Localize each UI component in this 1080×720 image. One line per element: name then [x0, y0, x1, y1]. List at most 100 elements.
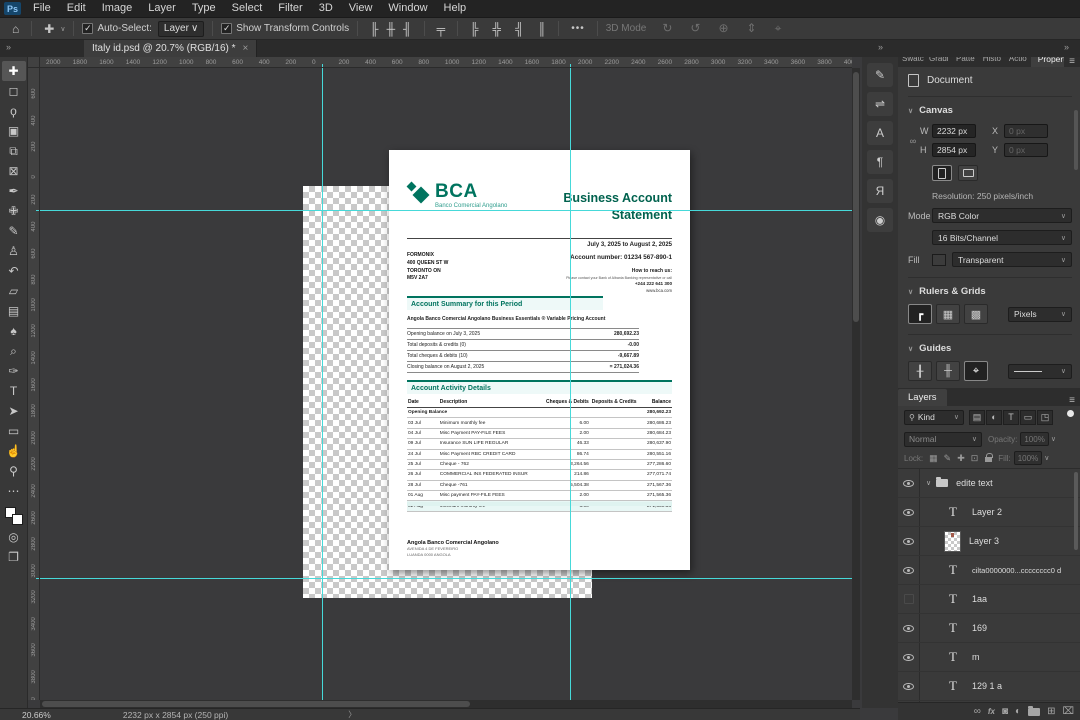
visibility-toggle[interactable]: [898, 469, 920, 497]
canvas-horizontal-scrollbar[interactable]: [40, 700, 852, 708]
filter-smart-objects-icon[interactable]: ◳: [1037, 409, 1053, 425]
menu-item[interactable]: Image: [94, 0, 141, 17]
brush-settings-panel-icon[interactable]: ✎: [867, 63, 893, 87]
guide-style-select[interactable]: ∨: [1008, 363, 1072, 379]
layer-row[interactable]: T 129 1 a: [898, 672, 1080, 701]
landscape-orientation-button[interactable]: [958, 165, 978, 181]
history-brush-tool[interactable]: ↶: [2, 261, 26, 281]
3d-scale-icon[interactable]: ⌖: [771, 21, 786, 36]
visibility-toggle[interactable]: [898, 556, 920, 584]
rulers-grids-section-header[interactable]: ∨ Rulers & Grids: [908, 286, 1072, 297]
kind-filter-select[interactable]: ⚲ Kind ∨: [904, 409, 964, 425]
scrollbar-thumb[interactable]: [853, 72, 859, 322]
gradient-tool[interactable]: ▤: [2, 301, 26, 321]
layer-row[interactable]: T 1aa: [898, 585, 1080, 614]
panel-collapse-icon[interactable]: »: [1064, 42, 1069, 52]
canvas-vertical-scrollbar[interactable]: [852, 68, 860, 700]
guides-toggle-icon[interactable]: ╂: [908, 361, 932, 381]
lasso-tool[interactable]: ϙ: [2, 101, 26, 121]
menu-item[interactable]: Layer: [140, 0, 184, 17]
menu-item[interactable]: Filter: [270, 0, 310, 17]
brushes-panel-icon[interactable]: ⇌: [867, 92, 893, 116]
layer-name[interactable]: 129 1 a: [972, 681, 1002, 691]
bit-depth-select[interactable]: 16 Bits/Channel ∨: [932, 230, 1072, 245]
canvas-area[interactable]: BCA Banco Comercial Angolano Business Ac…: [40, 68, 852, 700]
character-panel-icon[interactable]: A: [867, 121, 893, 145]
layer-effects-icon[interactable]: fx: [988, 707, 995, 716]
guide-target-icon[interactable]: ⌖: [964, 361, 988, 381]
link-dimensions-icon[interactable]: ∞: [908, 136, 918, 146]
filter-shape-layers-icon[interactable]: ▭: [1020, 409, 1036, 425]
pen-tool[interactable]: ✑: [2, 361, 26, 381]
lock-guides-icon[interactable]: ╫: [936, 361, 960, 381]
visibility-toggle[interactable]: [898, 527, 920, 555]
align-left-icon[interactable]: ╟: [366, 22, 383, 36]
more-options-icon[interactable]: •••: [567, 23, 589, 34]
align-top-icon[interactable]: ╤: [433, 22, 450, 36]
frame-tool[interactable]: ⊠: [2, 161, 26, 181]
new-group-icon[interactable]: [1028, 705, 1041, 716]
align-center-h-icon[interactable]: ╫: [383, 22, 400, 36]
delete-layer-icon[interactable]: ⌧: [1062, 706, 1074, 717]
portrait-orientation-button[interactable]: [932, 165, 952, 181]
menu-item[interactable]: Select: [224, 0, 271, 17]
menu-item[interactable]: Type: [184, 0, 224, 17]
scrollbar-thumb[interactable]: [42, 701, 470, 707]
quick-mask-icon[interactable]: ◎: [2, 527, 26, 547]
layers-scrollbar-thumb[interactable]: [1074, 472, 1078, 550]
lock-artboard-icon[interactable]: ⊡: [971, 453, 979, 464]
layers-menu-icon[interactable]: ≡: [1064, 395, 1080, 406]
menu-item[interactable]: 3D: [311, 0, 341, 17]
fill-field[interactable]: 100%: [1013, 451, 1043, 465]
filter-adjustment-layers-icon[interactable]: ◐: [986, 409, 1002, 425]
rulers-toggle-icon[interactable]: ┏: [908, 304, 932, 324]
visibility-toggle[interactable]: [898, 614, 920, 642]
layer-row[interactable]: T m: [898, 643, 1080, 672]
lock-paint-icon[interactable]: ✎: [944, 453, 952, 464]
layer-name[interactable]: cilta0000000...cccccccc0 d: [972, 566, 1061, 575]
adjustment-layer-icon[interactable]: ◐: [1015, 706, 1021, 717]
home-icon[interactable]: ⌂: [8, 22, 23, 36]
panel-menu-icon[interactable]: ≡: [1064, 56, 1080, 67]
menu-item[interactable]: Help: [436, 0, 475, 17]
screen-mode-icon[interactable]: ❐: [2, 547, 26, 567]
close-icon[interactable]: ×: [243, 43, 249, 54]
3d-rotate-icon[interactable]: ↻: [658, 21, 676, 36]
lock-move-icon[interactable]: ✚: [957, 453, 965, 464]
layer-row[interactable]: Layer 3: [898, 527, 1080, 556]
layer-group-row[interactable]: ∨ edite text: [898, 469, 1080, 498]
visibility-toggle[interactable]: [898, 498, 920, 526]
menu-item[interactable]: File: [25, 0, 59, 17]
filter-pixel-layers-icon[interactable]: ▤: [969, 409, 985, 425]
height-field[interactable]: 2854 px: [932, 143, 976, 157]
document-tab[interactable]: Italy id.psd @ 20.7% (RGB/16) * ×: [84, 40, 258, 57]
filter-type-layers-icon[interactable]: T: [1003, 409, 1019, 425]
rectangle-tool[interactable]: ▭: [2, 421, 26, 441]
auto-select-dropdown[interactable]: Layer ∨: [157, 20, 205, 37]
width-field[interactable]: 2232 px: [932, 124, 976, 138]
layer-mask-icon[interactable]: ◙: [1002, 706, 1008, 717]
distribute-right-icon[interactable]: ╣: [511, 22, 528, 36]
glyphs-panel-icon[interactable]: Я: [867, 179, 893, 203]
layer-name[interactable]: edite text: [956, 478, 993, 488]
zoom-level[interactable]: 20.66%: [22, 710, 51, 720]
brush-tool[interactable]: ✎: [2, 221, 26, 241]
auto-select-checkbox[interactable]: ✓: [82, 23, 94, 34]
visibility-toggle[interactable]: [898, 585, 920, 613]
eraser-tool[interactable]: ▱: [2, 281, 26, 301]
crop-tool[interactable]: ⧉: [2, 141, 26, 161]
distribute-vertical-icon[interactable]: ║: [534, 22, 551, 36]
move-tool-icon[interactable]: ✚: [40, 22, 58, 36]
layer-name[interactable]: 1aa: [972, 594, 987, 604]
color-mode-select[interactable]: RGB Color ∨: [932, 208, 1072, 223]
fill-select[interactable]: Transparent ∨: [952, 252, 1072, 267]
show-transform-checkbox[interactable]: ✓: [221, 23, 233, 34]
blur-tool[interactable]: ♠: [2, 321, 26, 341]
distribute-center-icon[interactable]: ╬: [489, 22, 506, 36]
menu-item[interactable]: Edit: [59, 0, 94, 17]
color-swatches[interactable]: [4, 507, 23, 525]
move-tool[interactable]: ✚: [1, 61, 26, 81]
guides-section-header[interactable]: ∨ Guides: [908, 343, 1072, 354]
object-selection-tool[interactable]: ▣: [2, 121, 26, 141]
canvas-section-header[interactable]: ∨ Canvas: [908, 105, 1072, 116]
